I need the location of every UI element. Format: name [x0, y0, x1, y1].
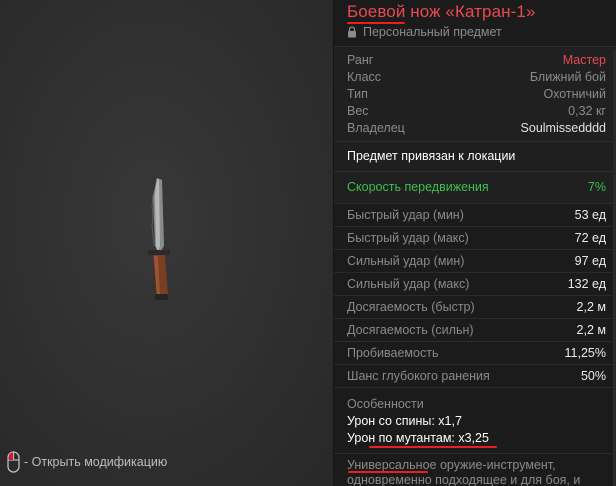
stat-row: Досягаемость (сильн) 2,2 м — [334, 318, 616, 341]
personal-item-label: Персональный предмет — [347, 25, 616, 39]
stat-label: Досягаемость (быстр) — [347, 300, 475, 314]
speed-label: Скорость передвижения — [347, 180, 489, 194]
item-title-text: Боевой нож «Катран-1» — [347, 2, 536, 21]
location-bound-notice: Предмет привязан к локации — [334, 141, 616, 171]
prop-label: Ранг — [347, 53, 374, 67]
item-title: Боевой нож «Катран-1» — [347, 2, 536, 24]
stat-row: Пробиваемость 11,25% — [334, 341, 616, 364]
stat-row: Шанс глубокого ранения 50% — [334, 364, 616, 387]
item-info-panel: Боевой нож «Катран-1» Персональный предм… — [333, 0, 616, 486]
feature-red-underline — [369, 446, 497, 448]
prop-label: Владелец — [347, 121, 405, 135]
item-header: Боевой нож «Катран-1» Персональный предм… — [334, 0, 616, 46]
stat-row: Сильный удар (мин) 97 ед — [334, 249, 616, 272]
mouse-icon — [7, 451, 20, 473]
prop-value: Ближний бой — [529, 70, 606, 84]
features-section: Особенности Урон со спины: x1,7 Урон по … — [334, 387, 616, 453]
prop-value: 0,32 кг — [568, 104, 606, 118]
open-modification-hint[interactable]: - Открыть модификацию — [7, 451, 167, 473]
stat-label: Быстрый удар (макс) — [347, 231, 469, 245]
stat-label: Шанс глубокого ранения — [347, 369, 490, 383]
prop-label: Вес — [347, 104, 369, 118]
stat-label: Сильный удар (макс) — [347, 277, 470, 291]
title-red-underline — [347, 22, 405, 24]
stat-label: Досягаемость (сильн) — [347, 323, 474, 337]
prop-value: Soulmissedddd — [520, 121, 606, 135]
prop-weight: Вес 0,32 кг — [347, 103, 606, 120]
stat-value: 97 ед — [574, 254, 606, 268]
speed-value: 7% — [587, 180, 606, 194]
stat-value: 2,2 м — [576, 300, 606, 314]
stat-value: 2,2 м — [576, 323, 606, 337]
feature-line: Урон со спины: x1,7 — [347, 414, 462, 428]
stat-value: 53 ед — [574, 208, 606, 222]
stat-row: Быстрый удар (макс) 72 ед — [334, 226, 616, 249]
prop-type: Тип Охотничий — [347, 86, 606, 103]
stat-value: 50% — [580, 369, 606, 383]
stat-label: Пробиваемость — [347, 346, 439, 360]
stat-label: Быстрый удар (мин) — [347, 208, 464, 222]
item-preview-scene: - Открыть модификацию — [0, 0, 333, 486]
properties-list: Ранг Мастер Класс Ближний бой Тип Охотничий… — [334, 46, 616, 141]
stat-row: Быстрый удар (мин) 53 ед — [334, 203, 616, 226]
prop-rank: Ранг Мастер — [347, 52, 606, 69]
knife-icon — [148, 178, 170, 300]
prop-owner: Владелец Soulmissedddd — [347, 120, 606, 137]
stat-value: 11,25% — [564, 346, 606, 360]
stat-label: Сильный удар (мин) — [347, 254, 465, 268]
item-description: Универсальное оружие-инструмент, одновре… — [334, 453, 616, 486]
stat-row: Сильный удар (макс) 132 ед — [334, 272, 616, 295]
features-heading: Особенности — [347, 397, 424, 411]
stats-list: Быстрый удар (мин) 53 ед Быстрый удар (ма… — [334, 203, 616, 387]
stat-value: 132 ед — [567, 277, 606, 291]
personal-item-text: Персональный предмет — [363, 25, 502, 39]
prop-label: Класс — [347, 70, 382, 84]
hint-text: - Открыть модификацию — [24, 455, 168, 469]
prop-class: Класс Ближний бой — [347, 69, 606, 86]
stat-value: 72 ед — [574, 231, 606, 245]
prop-value: Охотничий — [543, 87, 606, 101]
stat-row: Досягаемость (быстр) 2,2 м — [334, 295, 616, 318]
description-red-underline — [348, 471, 428, 473]
movement-speed-bonus: Скорость передвижения 7% — [334, 171, 616, 203]
lock-icon — [348, 26, 356, 38]
feature-line-text: Урон по мутантам: x3,25 — [347, 431, 489, 445]
feature-line-mutants: Урон по мутантам: x3,25 — [347, 430, 604, 448]
prop-value: Мастер — [562, 53, 606, 67]
prop-label: Тип — [347, 87, 368, 101]
